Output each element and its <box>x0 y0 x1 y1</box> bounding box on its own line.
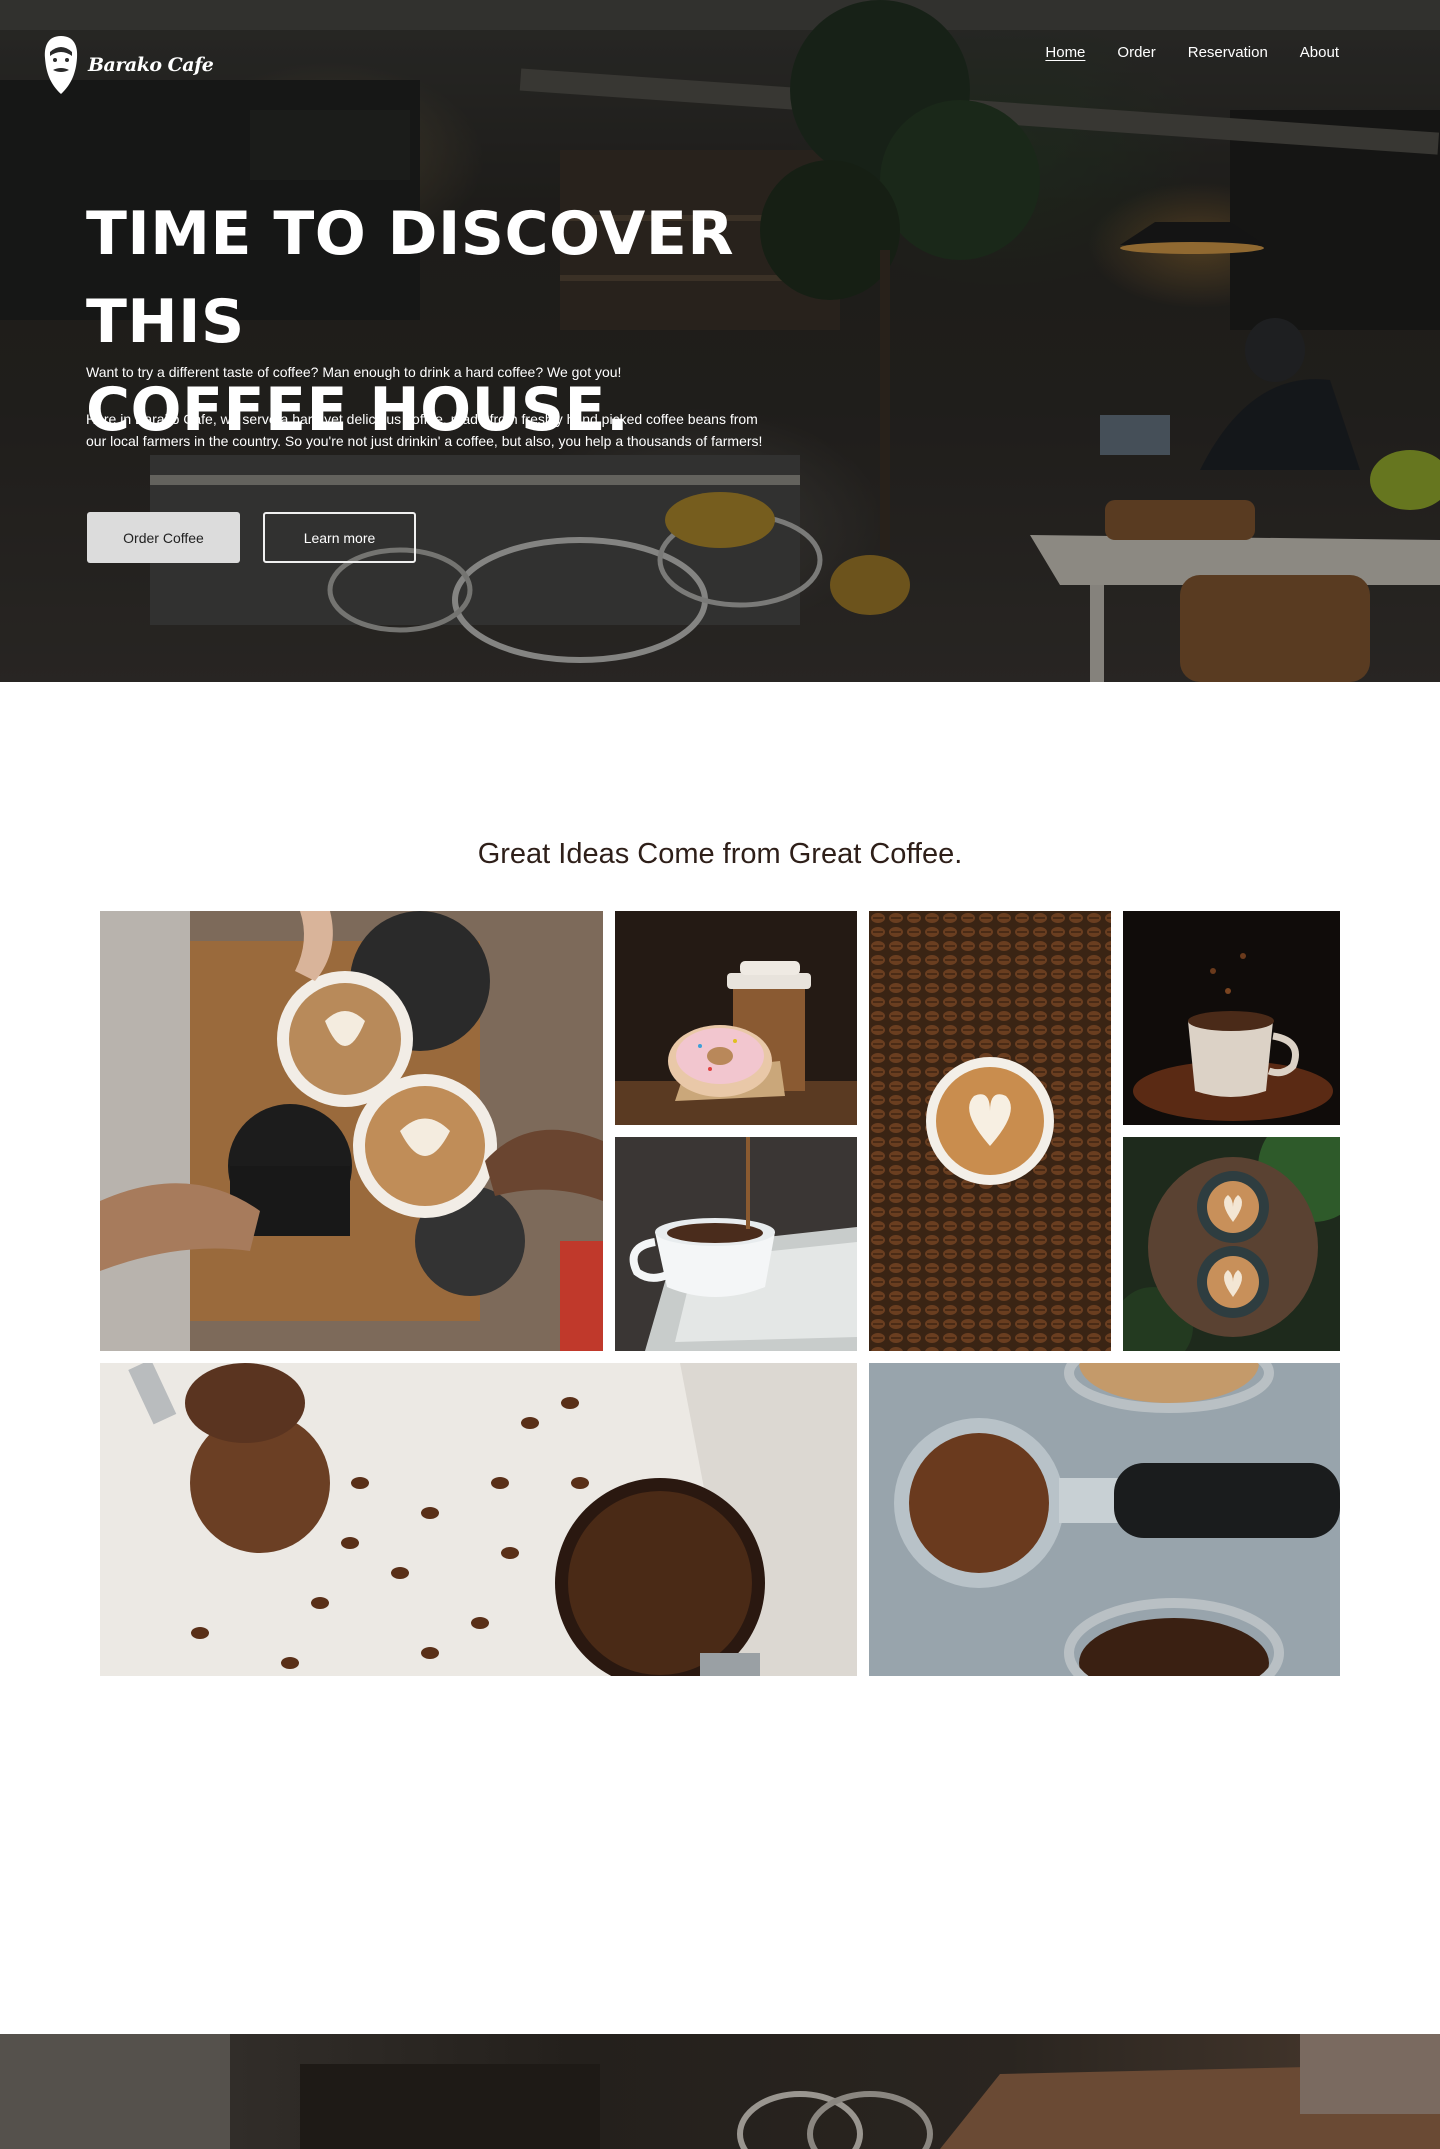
hero-tagline: Want to try a different taste of coffee?… <box>86 364 622 380</box>
order-coffee-button[interactable]: Order Coffee <box>87 512 240 563</box>
ground-coffee-spoon-and-beans-photo <box>100 1363 857 1676</box>
blurred-cafe-interior-photo <box>0 2034 1440 2149</box>
donut-and-coffee-cup-photo <box>615 911 857 1125</box>
learn-more-button[interactable]: Learn more <box>263 512 416 563</box>
pouring-espresso-photo <box>615 1137 857 1351</box>
bearded-man-icon <box>44 36 78 94</box>
nav-item-home[interactable]: Home <box>1045 44 1085 61</box>
hero-title-line-1: TIME TO DISCOVER THIS <box>86 199 735 357</box>
cheers-lattes-photo <box>100 911 603 1351</box>
brand-name: Barako Cafe <box>88 54 214 76</box>
hero-description: Here in Barako Cafe, we serve a hard yet… <box>86 411 763 449</box>
main-nav: Home Order Reservation About <box>1045 44 1339 61</box>
nav-item-about[interactable]: About <box>1300 44 1339 61</box>
brand-logo[interactable]: Barako Cafe <box>40 32 214 98</box>
footer-background-photo <box>0 2034 1440 2149</box>
two-lattes-on-stump-photo <box>1123 1137 1340 1351</box>
nav-item-reservation[interactable]: Reservation <box>1188 44 1268 61</box>
nav-item-order[interactable]: Order <box>1117 44 1155 61</box>
portafilter-with-grounds-photo <box>869 1363 1340 1676</box>
cup-on-roasted-beans-photo <box>1123 911 1340 1125</box>
latte-on-coffee-beans-photo <box>869 911 1111 1351</box>
gallery-heading: Great Ideas Come from Great Coffee. <box>477 838 963 870</box>
hero-section: Barako Cafe Home Order Reservation About… <box>0 0 1440 682</box>
